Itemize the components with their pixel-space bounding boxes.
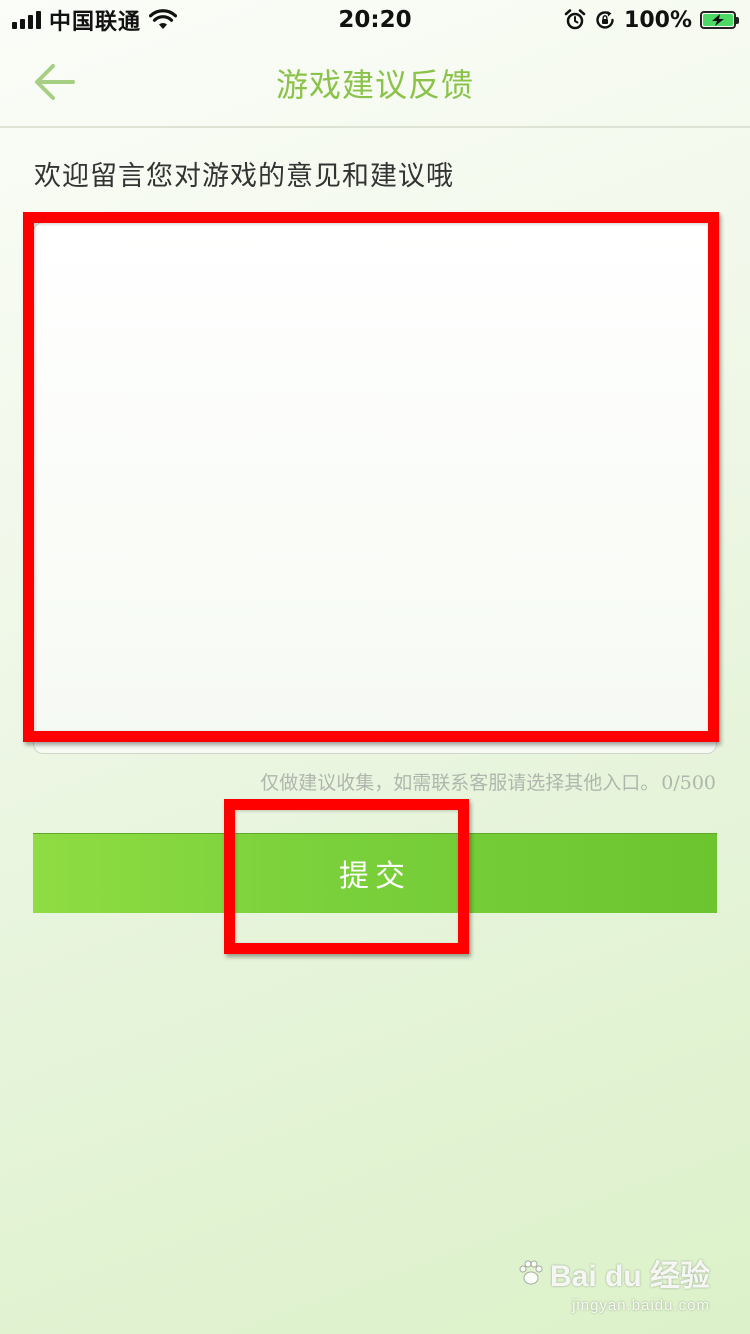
- hint-row: 仅做建议收集，如需联系客服请选择其他入口。 0/500: [260, 768, 716, 795]
- status-bar: 中国联通 20:20 100%: [0, 0, 750, 40]
- watermark-url: jingyan.baidu.com: [572, 1297, 710, 1314]
- submit-button[interactable]: 提交: [33, 833, 717, 913]
- rotation-lock-icon: [596, 11, 614, 29]
- watermark: Bai du 经验 jingyan.baidu.com: [516, 1251, 710, 1314]
- feedback-textarea-container: [33, 222, 717, 754]
- watermark-brand: Bai du 经验: [516, 1251, 710, 1295]
- feedback-hint: 仅做建议收集，如需联系客服请选择其他入口。: [260, 772, 660, 794]
- alarm-icon: [564, 9, 586, 30]
- watermark-text: Bai du 经验: [549, 1260, 710, 1293]
- battery-charging-icon: [700, 11, 739, 29]
- feedback-prompt: 欢迎留言您对游戏的意见和建议哦: [34, 161, 454, 192]
- battery-percent: 100%: [624, 7, 692, 33]
- status-right: 100%: [564, 4, 739, 36]
- paw-icon: [519, 1260, 543, 1285]
- feedback-textarea[interactable]: [34, 223, 716, 753]
- char-counter: 0/500: [661, 772, 716, 794]
- nav-bar: 游戏建议反馈: [0, 40, 750, 128]
- page-title: 游戏建议反馈: [275, 66, 474, 104]
